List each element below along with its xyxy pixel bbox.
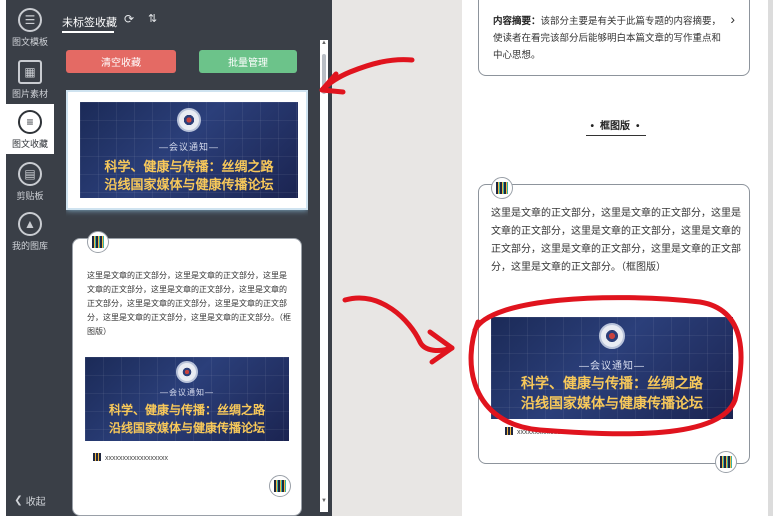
annotation-circle [468, 295, 744, 437]
annotation-arrowhead-bottom [427, 329, 455, 365]
annotation-overlay [319, 57, 744, 437]
annotation-arrow-bottom [342, 295, 455, 353]
app-root: ☰ 图文模板 ▦ 图片素材 ≡ 图文收藏 ▤ 剪贴板 ▲ 我的图库 ❮ 收起 未… [0, 0, 773, 528]
